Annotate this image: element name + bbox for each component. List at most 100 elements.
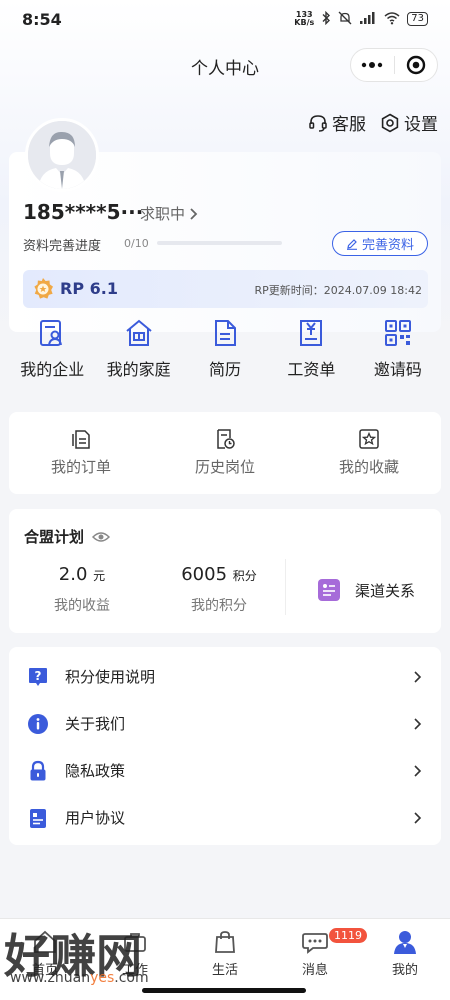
alliance-card: 合盟计划 2.0 元 我的收益 6005 积分 我的积分 渠道关系	[9, 509, 441, 633]
history-icon	[217, 429, 235, 449]
document-icon	[27, 807, 49, 829]
progress-track	[157, 241, 282, 245]
customer-service-link[interactable]: 客服	[308, 110, 366, 135]
alliance-title: 合盟计划	[24, 528, 85, 546]
header-links: 客服 设置	[308, 110, 438, 135]
watermark-url-c: .com	[114, 970, 149, 986]
eye-icon[interactable]	[92, 531, 111, 543]
qrcode-icon	[384, 320, 411, 346]
channel-relations-item[interactable]: 渠道关系	[317, 578, 415, 602]
avatar[interactable]	[25, 118, 99, 192]
lock-icon	[27, 760, 49, 782]
my-orders-label: 我的订单	[50, 458, 111, 476]
page-title: 个人中心	[191, 58, 259, 79]
history-jobs-label: 历史岗位	[194, 458, 255, 476]
bluetooth-icon	[321, 10, 331, 28]
site-watermark: 好赚网 www.zhuanyes.com	[0, 920, 200, 990]
points-value-line: 6005 积分	[169, 564, 269, 585]
status-icons: 133 KB/s 73	[294, 10, 428, 28]
rp-bar[interactable]: RP 6.1 RP更新时间：2024.07.09 18:42	[23, 270, 428, 308]
points-stat[interactable]: 6005 积分 我的积分	[169, 564, 269, 615]
quick-action-label: 简历	[209, 360, 242, 379]
enterprise-icon	[40, 320, 63, 346]
chat-bubble-icon	[302, 933, 328, 954]
gear-icon	[381, 113, 399, 132]
status-bar: 8:54 133 KB/s 73	[0, 0, 450, 38]
menu-item-label: 积分使用说明	[65, 668, 156, 686]
quick-action-label: 工资单	[287, 360, 336, 379]
quick-action-resume[interactable]: 简历	[182, 318, 268, 398]
complete-profile-button[interactable]: 完善资料	[332, 231, 428, 256]
resume-icon	[215, 320, 237, 346]
tab-mine[interactable]: 我的	[360, 919, 450, 1000]
menu-item-points-guide[interactable]: ? 积分使用说明	[9, 653, 441, 700]
points-unit: 积分	[232, 569, 257, 583]
close-miniprogram-button[interactable]	[395, 49, 438, 81]
menu-item-about[interactable]: 关于我们	[9, 700, 441, 747]
menu-item-label: 用户协议	[65, 809, 126, 827]
wifi-icon	[384, 11, 400, 28]
net-speed: 133 KB/s	[294, 11, 314, 27]
my-favorites-item[interactable]: 我的收藏	[297, 412, 441, 494]
username: 185****5···	[23, 200, 144, 224]
miniprogram-capsule	[350, 48, 438, 82]
favorite-icon	[359, 429, 379, 449]
settings-link[interactable]: 设置	[380, 110, 438, 135]
progress-value: 0/10	[124, 237, 149, 250]
headset-icon	[309, 114, 327, 132]
my-favorites-label: 我的收藏	[338, 458, 399, 476]
edit-icon	[346, 238, 357, 250]
more-icon	[362, 62, 383, 68]
channel-relations-label: 渠道关系	[355, 581, 416, 600]
menu-item-label: 隐私政策	[65, 762, 126, 780]
user-icon	[394, 931, 416, 954]
complete-profile-label: 完善资料	[361, 238, 414, 253]
quick-action-family[interactable]: 我的家庭	[95, 318, 181, 398]
quick-action-label: 邀请码	[373, 360, 422, 379]
history-jobs-item[interactable]: 历史岗位	[153, 412, 297, 494]
net-speed-unit: KB/s	[294, 18, 315, 27]
signal-icon	[359, 11, 377, 28]
tab-label: 生活	[211, 963, 238, 978]
alliance-divider	[285, 559, 286, 615]
channel-icon	[318, 579, 340, 601]
home-indicator	[142, 988, 306, 993]
rp-update-time: RP更新时间：2024.07.09 18:42	[254, 284, 422, 297]
chevron-right-icon	[414, 717, 422, 730]
menu-item-user-agreement[interactable]: 用户协议	[9, 794, 441, 841]
points-value: 6005	[181, 564, 228, 585]
chevron-right-icon	[414, 811, 422, 824]
svg-text:?: ?	[35, 669, 42, 683]
payslip-icon	[300, 320, 323, 346]
income-stat[interactable]: 2.0 元 我的收益	[42, 564, 122, 615]
question-icon: ?	[27, 666, 49, 688]
target-close-icon	[406, 55, 425, 75]
quick-action-invite[interactable]: 邀请码	[355, 318, 441, 398]
default-avatar-icon	[28, 121, 96, 189]
my-orders-item[interactable]: 我的订单	[9, 412, 153, 494]
income-label: 我的收益	[54, 598, 110, 614]
mute-icon	[338, 11, 352, 28]
settings-label: 设置	[404, 115, 438, 135]
quick-action-enterprise[interactable]: 我的企业	[9, 318, 95, 398]
quick-action-payslip[interactable]: 工资单	[268, 318, 354, 398]
job-status-link[interactable]: 求职中	[140, 203, 199, 224]
income-value-line: 2.0 元	[42, 564, 122, 585]
job-status-label: 求职中	[140, 205, 186, 223]
menu-item-privacy[interactable]: 隐私政策	[9, 747, 441, 794]
home-icon	[125, 319, 152, 346]
chevron-right-icon	[190, 207, 198, 220]
status-time: 8:54	[22, 9, 62, 29]
watermark-url-b: yes	[90, 970, 115, 986]
progress-label: 资料完善进度	[23, 239, 102, 254]
watermark-url-a: www.zhuan	[10, 970, 91, 986]
orders-card: 我的订单 历史岗位 我的收藏	[9, 412, 441, 494]
more-button[interactable]	[351, 49, 394, 81]
info-icon	[27, 713, 49, 735]
menu-item-label: 关于我们	[65, 715, 126, 733]
quick-actions: 我的企业 我的家庭 简历 工资单 邀请码	[9, 318, 441, 398]
tab-label: 消息	[301, 963, 328, 978]
settings-menu: ? 积分使用说明 关于我们 隐私政策 用户协议	[9, 647, 441, 845]
alliance-header: 合盟计划	[24, 526, 111, 547]
chevron-right-icon	[414, 764, 422, 777]
